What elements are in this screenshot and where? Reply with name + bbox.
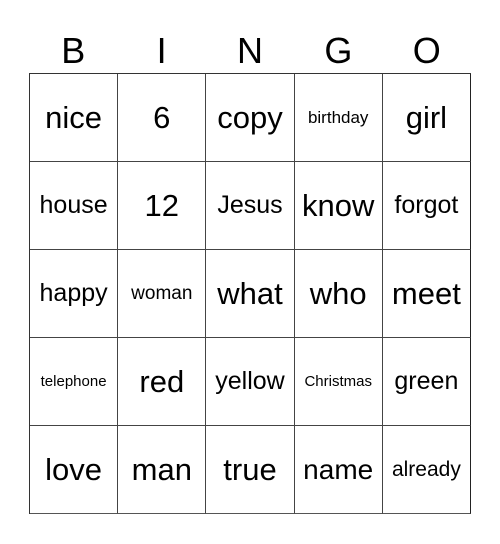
bingo-cell[interactable]: love bbox=[30, 426, 119, 514]
bingo-cell[interactable]: forgot bbox=[382, 162, 471, 250]
bingo-cell[interactable]: already bbox=[382, 426, 471, 514]
bingo-header: B I N G O bbox=[29, 28, 471, 73]
bingo-cell[interactable]: red bbox=[118, 338, 207, 426]
bingo-cell[interactable]: know bbox=[294, 162, 383, 250]
bingo-grid: nice 6 copy birthday girl house 12 Jesus… bbox=[29, 73, 471, 514]
bingo-cell[interactable]: who bbox=[294, 250, 383, 338]
bingo-cell[interactable]: 12 bbox=[118, 162, 207, 250]
bingo-cell[interactable]: man bbox=[118, 426, 207, 514]
bingo-cell[interactable]: name bbox=[294, 426, 383, 514]
bingo-cell[interactable]: nice bbox=[30, 74, 119, 162]
bingo-cell[interactable]: yellow bbox=[206, 338, 295, 426]
header-letter-g: G bbox=[324, 30, 353, 71]
bingo-cell[interactable]: meet bbox=[382, 250, 471, 338]
bingo-cell[interactable]: birthday bbox=[294, 74, 383, 162]
bingo-cell[interactable]: green bbox=[382, 338, 471, 426]
bingo-cell[interactable]: true bbox=[206, 426, 295, 514]
bingo-cell[interactable]: copy bbox=[206, 74, 295, 162]
header-letter-b: B bbox=[61, 30, 86, 71]
header-letter-o: O bbox=[412, 30, 441, 71]
bingo-cell[interactable]: house bbox=[30, 162, 119, 250]
bingo-cell[interactable]: Jesus bbox=[206, 162, 295, 250]
bingo-cell[interactable]: 6 bbox=[118, 74, 207, 162]
bingo-cell[interactable]: happy bbox=[30, 250, 119, 338]
bingo-cell[interactable]: woman bbox=[118, 250, 207, 338]
header-letter-n: N bbox=[236, 30, 263, 71]
bingo-cell[interactable]: what bbox=[206, 250, 295, 338]
bingo-cell[interactable]: girl bbox=[382, 74, 471, 162]
header-letter-i: I bbox=[156, 30, 167, 71]
bingo-cell[interactable]: telephone bbox=[30, 338, 119, 426]
bingo-cell[interactable]: Christmas bbox=[294, 338, 383, 426]
